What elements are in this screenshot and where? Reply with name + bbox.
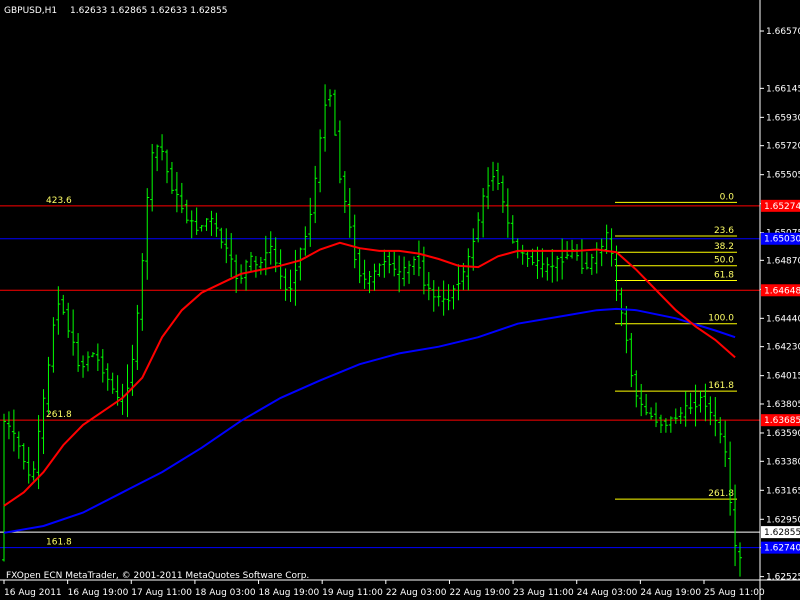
time-tick-label: 17 Aug 11:00: [131, 588, 192, 598]
chart-background: [0, 0, 800, 600]
time-tick-label: 18 Aug 19:00: [259, 588, 320, 598]
time-tick-label: 23 Aug 11:00: [513, 588, 574, 598]
price-tick-label: 1.64230: [766, 343, 800, 353]
price-tick-label: 1.63165: [766, 486, 800, 496]
level-label: 161.8: [46, 538, 72, 548]
time-tick-label: 24 Aug 19:00: [640, 588, 701, 598]
fib-level-label: 50.0: [714, 256, 734, 266]
price-tick-label: 1.65505: [766, 171, 800, 181]
fib-level-label: 0.0: [720, 192, 735, 202]
time-tick-label: 19 Aug 11:00: [322, 588, 383, 598]
time-tick-label: 22 Aug 03:00: [386, 588, 447, 598]
price-tick-label: 1.65930: [766, 113, 800, 123]
fib-level-label: 38.2: [714, 242, 734, 252]
price-tick-label: 1.65720: [766, 142, 800, 152]
level-label: 261.8: [46, 410, 72, 420]
ohlc-label: 1.62633 1.62865 1.62633 1.62855: [70, 6, 227, 16]
time-tick-label: 16 Aug 2011: [4, 588, 62, 598]
price-tag-label: 1.62740: [764, 544, 800, 554]
price-tick-label: 1.62525: [766, 573, 800, 583]
price-tick-label: 1.64870: [766, 256, 800, 266]
price-tag-label: 1.63685: [764, 416, 800, 426]
fib-level-label: 100.0: [708, 314, 734, 324]
price-tick-label: 1.62950: [766, 515, 800, 525]
price-tick-label: 1.64440: [766, 314, 800, 324]
time-tick-label: 25 Aug 11:00: [704, 588, 765, 598]
price-tick-label: 1.63805: [766, 400, 800, 410]
price-chart[interactable]: 423.6 261.8 161.8 0.0 23.6 38.2 50.0 61.8 100.0…: [0, 0, 800, 600]
fib-level-label: 61.8: [714, 271, 734, 281]
time-tick-label: 22 Aug 19:00: [449, 588, 510, 598]
symbol-label: GBPUSD,H1: [4, 6, 57, 16]
price-tag-label: 1.65030: [764, 235, 800, 245]
level-label: 423.6: [46, 196, 72, 206]
price-tag-label: 1.65274: [764, 202, 800, 212]
fib-level-label: 23.6: [714, 226, 734, 236]
price-tick-label: 1.66570: [766, 27, 800, 37]
price-tick-label: 1.66145: [766, 84, 800, 94]
time-tick-label: 24 Aug 03:00: [577, 588, 638, 598]
copyright-label: FXOpen ECN MetaTrader, © 2001-2011 MetaQ…: [6, 571, 309, 581]
fib-level-label: 161.8: [708, 381, 734, 391]
price-tag-label: 1.62855: [764, 528, 800, 538]
price-tag-label: 1.64648: [764, 286, 800, 296]
time-tick-label: 18 Aug 03:00: [195, 588, 256, 598]
time-tick-label: 16 Aug 19:00: [68, 588, 129, 598]
price-tick-label: 1.63380: [766, 457, 800, 467]
price-tick-label: 1.64015: [766, 372, 800, 382]
price-tick-label: 1.63590: [766, 429, 800, 439]
